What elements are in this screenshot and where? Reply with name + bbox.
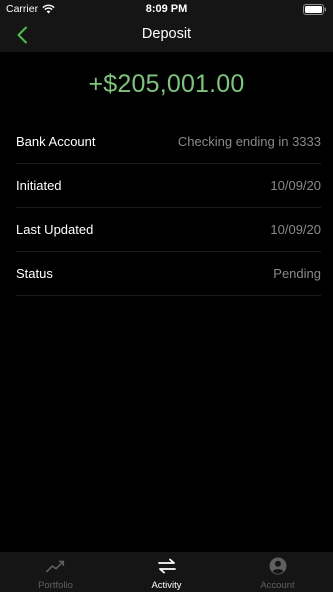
- tab-label: Portfolio: [38, 580, 73, 591]
- tab-label: Account: [260, 580, 295, 591]
- status-bar: Carrier 8:09 PM: [0, 0, 333, 18]
- nav-bar: Deposit: [0, 18, 333, 52]
- detail-row-initiated: Initiated 10/09/20: [16, 164, 321, 208]
- swap-arrows-icon: [157, 557, 177, 575]
- deposit-details-list: Bank Account Checking ending in 3333 Ini…: [16, 120, 321, 296]
- tab-label: Activity: [151, 580, 182, 591]
- detail-row-status: Status Pending: [16, 252, 321, 296]
- detail-label: Bank Account: [16, 134, 96, 149]
- detail-label: Status: [16, 266, 53, 281]
- deposit-amount: +$205,001.00: [88, 70, 245, 98]
- detail-value: Checking ending in 3333: [177, 134, 321, 149]
- battery-icon: [303, 4, 326, 15]
- detail-value: 10/09/20: [270, 222, 321, 237]
- page-title: Deposit: [141, 26, 192, 42]
- tab-account[interactable]: Account: [222, 552, 333, 592]
- chart-line-icon: [45, 557, 66, 575]
- tab-portfolio[interactable]: Portfolio: [0, 552, 111, 592]
- detail-value: 10/09/20: [270, 178, 321, 193]
- detail-label: Last Updated: [16, 222, 94, 237]
- status-time: 8:09 PM: [145, 3, 188, 15]
- status-value: Pending: [273, 266, 321, 281]
- user-circle-icon: [268, 557, 288, 575]
- deposit-detail-screen: Carrier 8:09 PM Deposit +$205,001.00 Ban…: [0, 0, 333, 592]
- tab-bar: Portfolio Activity Account: [0, 552, 333, 592]
- detail-label: Initiated: [16, 178, 62, 193]
- detail-row-bank-account: Bank Account Checking ending in 3333: [16, 120, 321, 164]
- detail-row-last-updated: Last Updated 10/09/20: [16, 208, 321, 252]
- tab-activity[interactable]: Activity: [111, 552, 222, 592]
